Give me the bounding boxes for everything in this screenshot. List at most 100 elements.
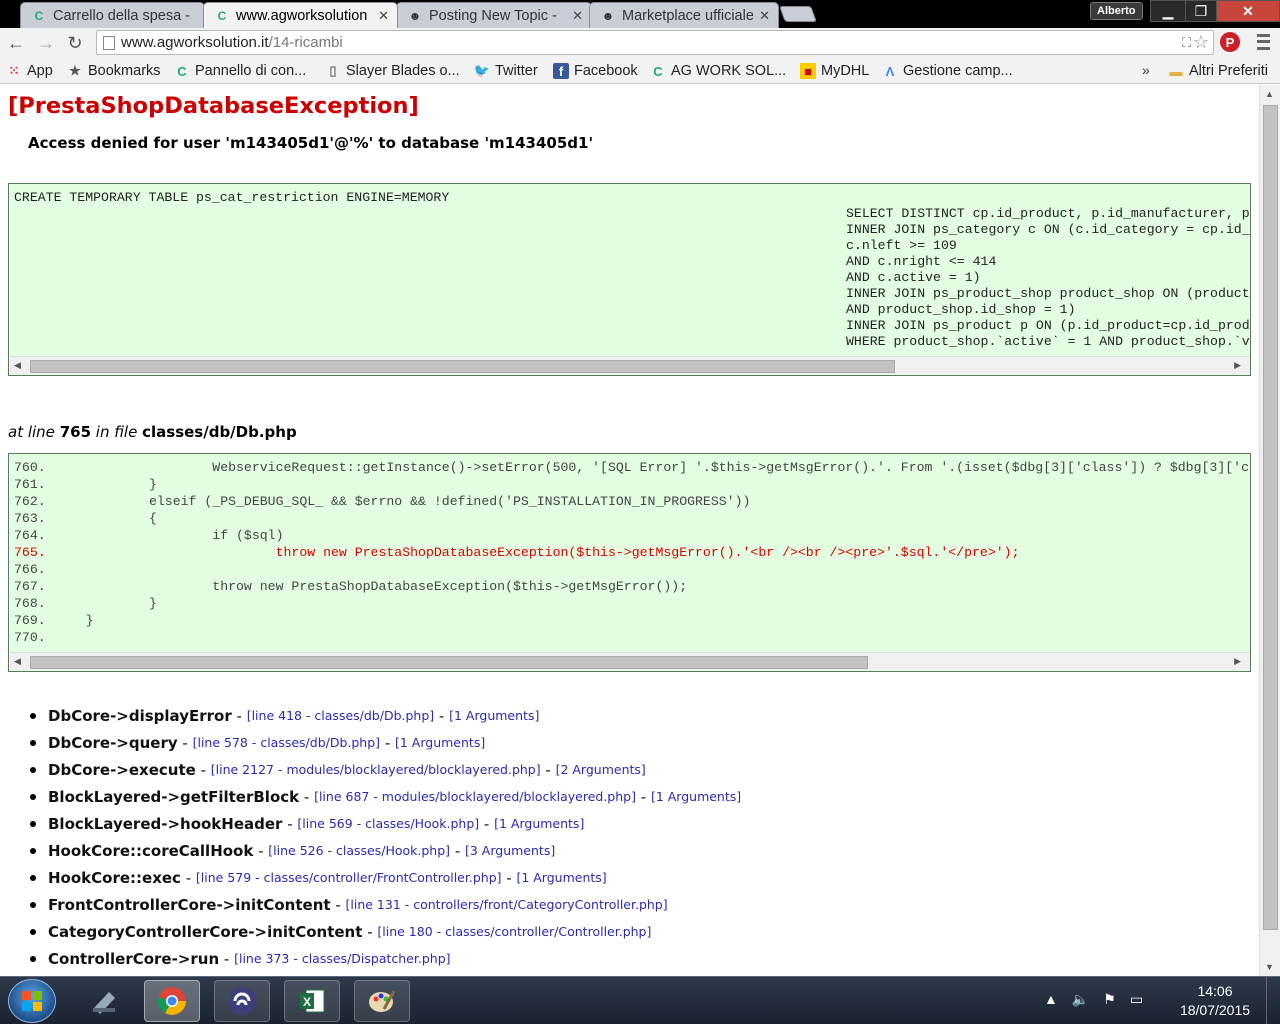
excel-icon[interactable]: X	[284, 980, 340, 1022]
other-bookmarks[interactable]: ▬ Altri Preferiti	[1168, 61, 1268, 81]
windows-logo-icon	[22, 991, 42, 1011]
source-line: 767. throw new PrestaShopDatabaseExcepti…	[14, 579, 1250, 596]
chrome-icon[interactable]	[144, 980, 200, 1022]
bookmark-bookmarks[interactable]: ★ Bookmarks	[67, 61, 161, 81]
tab-agworksolution[interactable]: C www.agworksolution ✕	[203, 2, 398, 28]
system-tray: ▲ 🔈 ⚑ ▭	[1044, 991, 1143, 1008]
bookmarks-bar: ⁙ App ★ Bookmarks C Pannello di con... ▯…	[0, 58, 1280, 84]
browser-toolbar: ← → ↻ www.agworksolution.it/14-ricambi ⛶…	[0, 28, 1280, 58]
translate-icon[interactable]: ⛶	[1182, 35, 1191, 51]
show-hidden-icons-icon[interactable]: ▲	[1044, 991, 1058, 1008]
line-number: 765	[59, 423, 92, 441]
trace-location-link[interactable]: [line 687 - modules/blocklayered/blockla…	[314, 789, 636, 804]
forward-button[interactable]: →	[34, 32, 58, 54]
scroll-right-icon[interactable]: ▶	[1234, 656, 1241, 667]
bookmark-slayer[interactable]: ▯ Slayer Blades o...	[325, 61, 459, 81]
tab-cart[interactable]: C Carrello della spesa -	[20, 2, 205, 28]
show-desktop-button[interactable]	[1266, 977, 1280, 1024]
close-icon[interactable]: ✕	[378, 8, 389, 24]
trace-location-link[interactable]: [line 373 - classes/Dispatcher.php]	[234, 951, 450, 966]
bookmark-pannello[interactable]: C Pannello di con...	[174, 61, 306, 81]
agwork-favicon: C	[34, 8, 44, 23]
vertical-scrollbar[interactable]: ▲ ▼	[1259, 85, 1280, 976]
minimize-button[interactable]: ▁	[1150, 0, 1186, 22]
bookmark-label: Pannello di con...	[195, 63, 307, 79]
action-center-flag-icon[interactable]: ⚑	[1103, 991, 1116, 1008]
trace-location-link[interactable]: [line 579 - classes/controller/FrontCont…	[196, 870, 502, 885]
scroll-up-icon[interactable]: ▲	[1265, 89, 1274, 99]
scroll-down-icon[interactable]: ▼	[1265, 962, 1274, 972]
bookmark-app[interactable]: ⁙ App	[6, 61, 53, 81]
trace-location-link[interactable]: [line 569 - classes/Hook.php]	[297, 816, 479, 831]
twitter-icon: 🐦	[473, 63, 491, 78]
sql-line: INNER JOIN ps_product_shop product_shop …	[846, 286, 1250, 301]
back-button[interactable]: ←	[4, 32, 28, 54]
trace-arguments-link[interactable]: [3 Arguments]	[465, 843, 555, 858]
scroll-left-icon[interactable]: ◀	[14, 656, 21, 667]
address-bar[interactable]: www.agworksolution.it/14-ricambi ⛶ ☆	[96, 30, 1214, 55]
trace-location-link[interactable]: [line 418 - classes/db/Db.php]	[247, 708, 434, 723]
sql-line: INNER JOIN ps_category c ON (c.id_catego…	[846, 222, 1250, 237]
close-icon[interactable]: ✕	[759, 8, 770, 24]
pinterest-icon[interactable]: P	[1220, 32, 1240, 52]
code-text: }	[54, 596, 157, 611]
tab-title: www.agworksolution	[236, 7, 368, 24]
page-content: [PrestaShopDatabaseException] Access den…	[0, 85, 1259, 976]
new-tab-button[interactable]	[779, 6, 817, 22]
scrollbar-thumb[interactable]	[1263, 105, 1278, 930]
trace-arguments-link[interactable]: [1 Arguments]	[395, 735, 485, 750]
line-number: 764.	[14, 528, 46, 543]
trace-arguments-link[interactable]: [1 Arguments]	[449, 708, 539, 723]
scrollbar-thumb[interactable]	[30, 360, 895, 373]
scrollbar-thumb[interactable]	[30, 656, 868, 669]
bookmark-label: AG WORK SOL...	[671, 63, 787, 79]
dhl-icon: ■	[800, 63, 816, 79]
trace-arguments-link[interactable]: [2 Arguments]	[556, 762, 646, 777]
bookmark-facebook[interactable]: f Facebook	[553, 61, 638, 81]
bookmark-mydhl[interactable]: ■ MyDHL	[800, 61, 869, 81]
reload-button[interactable]: ↻	[63, 32, 87, 54]
scanner-app-icon[interactable]	[76, 980, 132, 1022]
paint-icon[interactable]	[354, 980, 410, 1022]
star-icon: ★	[69, 63, 81, 78]
close-window-button[interactable]: ✕	[1216, 0, 1280, 22]
trace-arguments-link[interactable]: [1 Arguments]	[516, 870, 606, 885]
bookmark-agwork[interactable]: C AG WORK SOL...	[650, 61, 786, 81]
start-button[interactable]	[8, 979, 56, 1023]
tab-posting-topic[interactable]: ☻ Posting New Topic - ✕	[396, 2, 592, 28]
line-number: 768.	[14, 596, 46, 611]
tab-marketplace[interactable]: ☻ Marketplace ufficiale ✕	[589, 2, 779, 28]
source-line: 770.	[14, 630, 1250, 647]
scroll-left-icon[interactable]: ◀	[14, 360, 21, 371]
menu-icon[interactable]	[1254, 32, 1272, 52]
source-line: 766.	[14, 562, 1250, 579]
bookmark-star-icon[interactable]: ☆	[1193, 32, 1209, 53]
source-lines: 760. WebserviceRequest::getInstance()->s…	[14, 460, 1250, 647]
trace-location-link[interactable]: [line 526 - classes/Hook.php]	[268, 843, 450, 858]
bookmark-gestione[interactable]: Λ Gestione camp...	[882, 61, 1013, 81]
trace-arguments-link[interactable]: [1 Arguments]	[494, 816, 584, 831]
profile-button[interactable]: Alberto	[1090, 2, 1143, 20]
maximize-button[interactable]: ❐	[1185, 0, 1217, 22]
trace-location-link[interactable]: [line 2127 - modules/blocklayered/blockl…	[211, 762, 541, 777]
line-number: 761.	[14, 477, 46, 492]
trace-item: HookCore::coreCallHook - [line 526 - cla…	[30, 837, 741, 864]
bittorrent-icon[interactable]	[214, 980, 270, 1022]
horizontal-scrollbar[interactable]: ◀ ▶	[10, 356, 1249, 374]
bookmarks-overflow-button[interactable]: »	[1142, 62, 1150, 78]
volume-icon[interactable]: 🔈	[1072, 991, 1089, 1008]
bookmark-label: Bookmarks	[88, 63, 161, 79]
trace-location-link[interactable]: [line 578 - classes/db/Db.php]	[193, 735, 380, 750]
trace-location-link[interactable]: [line 180 - classes/controller/Controlle…	[377, 924, 651, 939]
facebook-icon: f	[553, 63, 569, 79]
trace-item: FrontControllerCore->initContent - [line…	[30, 891, 741, 918]
trace-arguments-link[interactable]: [1 Arguments]	[651, 789, 741, 804]
clock[interactable]: 14:06 18/07/2015	[1172, 982, 1258, 1020]
bookmark-twitter[interactable]: 🐦 Twitter	[474, 61, 538, 81]
trace-location-link[interactable]: [line 131 - controllers/front/CategoryCo…	[346, 897, 668, 912]
horizontal-scrollbar[interactable]: ◀ ▶	[10, 652, 1249, 670]
network-icon[interactable]: ▭	[1130, 991, 1143, 1008]
sql-line: WHERE product_shop.`active` = 1 AND prod…	[846, 334, 1250, 349]
close-icon[interactable]: ✕	[572, 8, 583, 24]
scroll-right-icon[interactable]: ▶	[1234, 360, 1241, 371]
